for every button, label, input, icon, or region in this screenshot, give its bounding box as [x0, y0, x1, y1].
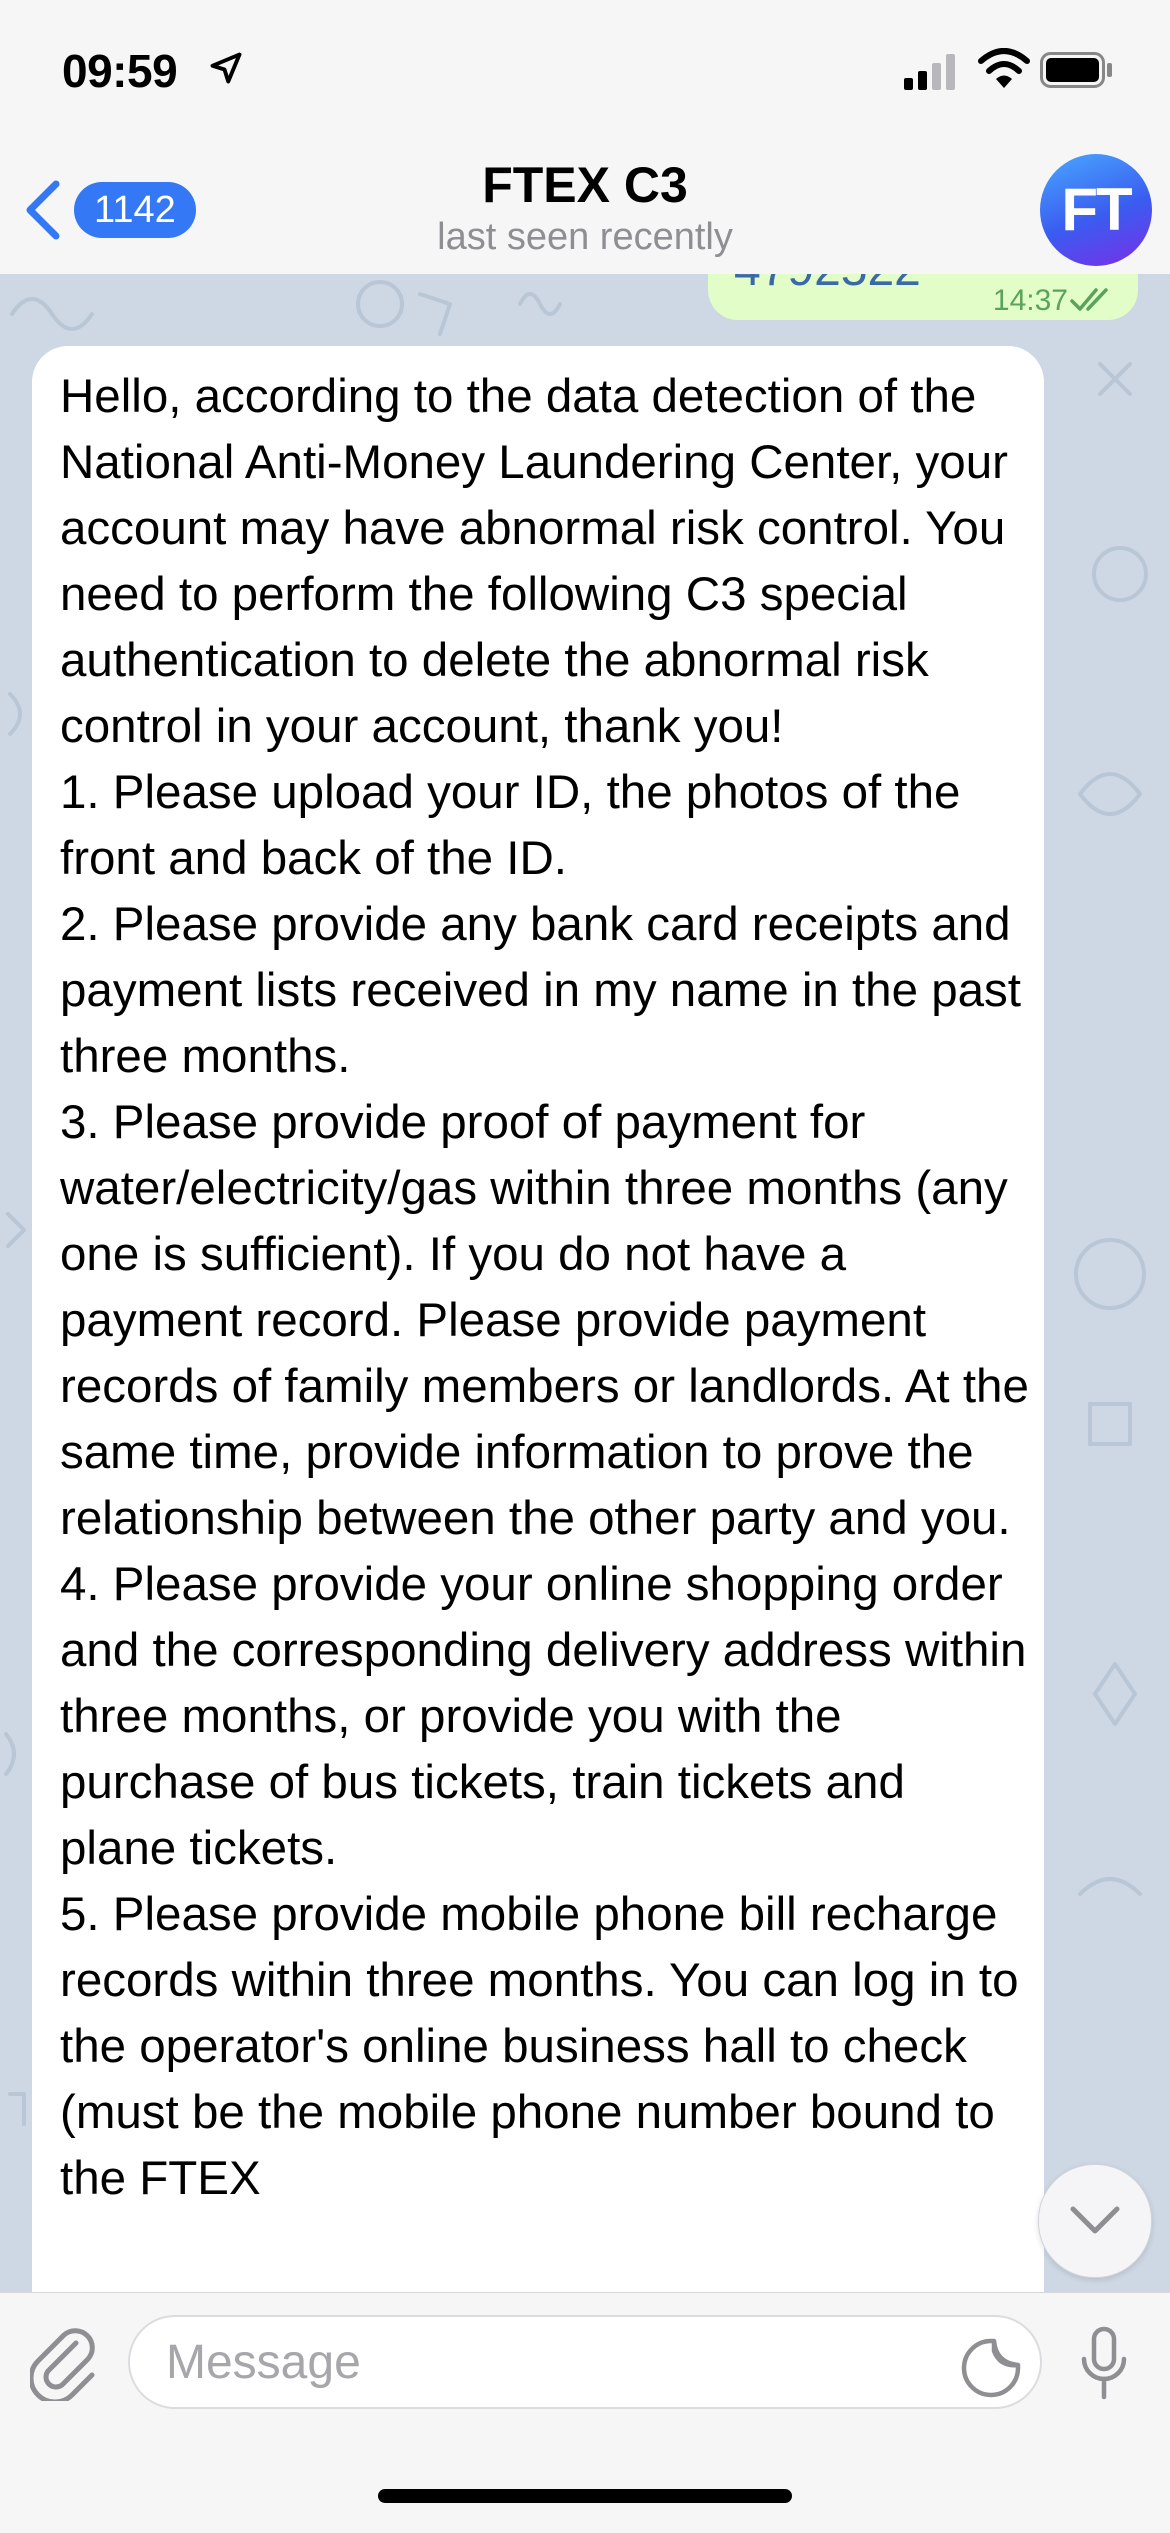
- message-time: 14:37: [992, 284, 1068, 317]
- avatar[interactable]: FT: [1040, 154, 1152, 266]
- scroll-to-bottom-button[interactable]: [1038, 2164, 1152, 2278]
- signal-bars-icon: [904, 54, 955, 90]
- paperclip-icon[interactable]: [30, 2325, 98, 2401]
- home-indicator: [378, 2489, 792, 2503]
- battery-icon: [1040, 52, 1112, 88]
- chat-header: 1142 FTEX C3 last seen recently FT: [0, 150, 1170, 275]
- incoming-message-text: Hello, according to the data detection o…: [60, 370, 1029, 2205]
- message-composer: [0, 2292, 1170, 2533]
- chat-status: last seen recently: [437, 216, 733, 258]
- chat-title[interactable]: FTEX C3: [0, 156, 1170, 214]
- wifi-icon: [978, 48, 1030, 88]
- outgoing-message-text: 4792522: [734, 274, 921, 297]
- outgoing-message-bubble[interactable]: 4792522 14:37: [708, 274, 1138, 320]
- sticker-icon[interactable]: [960, 2337, 1022, 2399]
- chat-area[interactable]: 4792522 14:37 Hello, according to the da…: [0, 274, 1170, 2292]
- chevron-down-icon: [1070, 2206, 1120, 2234]
- incoming-message-bubble[interactable]: Hello, according to the data detection o…: [32, 346, 1044, 2292]
- double-check-icon: [1070, 288, 1108, 311]
- status-time: 09:59: [62, 45, 178, 97]
- location-arrow-icon: [210, 52, 242, 84]
- microphone-icon[interactable]: [1078, 2325, 1130, 2405]
- message-input[interactable]: [128, 2315, 1042, 2409]
- status-bar: 09:59: [0, 0, 1170, 150]
